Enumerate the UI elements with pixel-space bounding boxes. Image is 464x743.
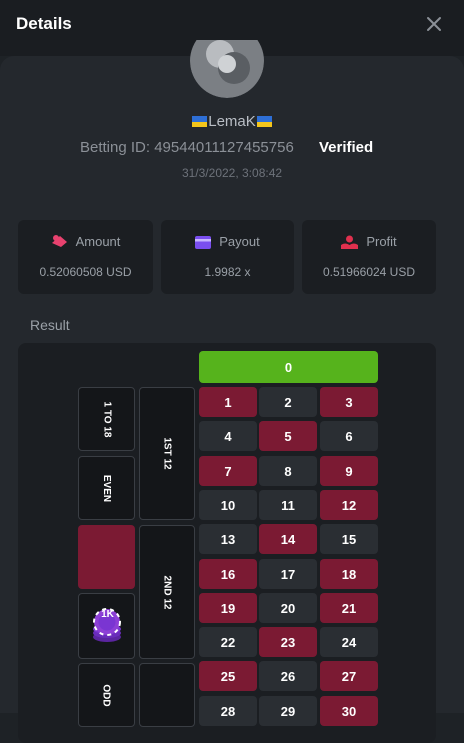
chip-label: 1K bbox=[101, 609, 114, 620]
dozen-1st-12: 1ST 12 bbox=[139, 387, 195, 520]
number-cell-19: 19 bbox=[199, 593, 257, 623]
number-cell-11: 11 bbox=[259, 490, 317, 520]
verified-badge: Verified bbox=[319, 139, 374, 156]
username-text: LemaK bbox=[208, 113, 256, 130]
number-cell-10: 10 bbox=[199, 490, 257, 520]
profit-label: Profit bbox=[366, 234, 397, 249]
username: LemaK bbox=[0, 113, 464, 130]
number-cell-18: 18 bbox=[320, 559, 378, 589]
number-cell-1: 1 bbox=[199, 387, 257, 417]
profit-value: 0.51966024 USD bbox=[322, 265, 416, 279]
close-icon[interactable] bbox=[422, 12, 446, 36]
number-cell-16: 16 bbox=[199, 559, 257, 589]
number-cell-12: 12 bbox=[320, 490, 378, 520]
bet-odd: ODD bbox=[78, 663, 135, 727]
ukraine-flag-icon bbox=[256, 116, 272, 127]
payout-icon bbox=[195, 236, 212, 249]
bet-black: 1K bbox=[78, 593, 135, 659]
number-cell-5: 5 bbox=[259, 421, 317, 451]
dozen-1st-12-label: 1ST 12 bbox=[161, 437, 173, 470]
payout-card: Payout 1.9982 x bbox=[161, 220, 294, 294]
bet-1-to-18: 1 TO 18 bbox=[78, 387, 135, 451]
number-cell-21: 21 bbox=[320, 593, 378, 623]
bet-even: EVEN bbox=[78, 456, 135, 520]
amount-icon bbox=[51, 235, 67, 247]
number-cell-22: 22 bbox=[199, 627, 257, 657]
number-cell-24: 24 bbox=[320, 627, 378, 657]
number-cell-13: 13 bbox=[199, 524, 257, 554]
modal-title: Details bbox=[16, 14, 72, 33]
amount-value: 0.52060508 USD bbox=[39, 265, 132, 279]
dozen-2nd-12-label: 2ND 12 bbox=[161, 575, 173, 609]
number-cell-4: 4 bbox=[199, 421, 257, 451]
bet-even-label: EVEN bbox=[100, 474, 112, 502]
number-cell-29: 29 bbox=[259, 696, 317, 726]
number-cell-8: 8 bbox=[259, 456, 317, 486]
bet-red bbox=[78, 525, 135, 589]
result-label: Result bbox=[30, 317, 70, 333]
number-cell-25: 25 bbox=[199, 661, 257, 691]
payout-value: 1.9982 x bbox=[204, 265, 251, 279]
profit-icon bbox=[341, 235, 359, 249]
dozen-3rd-12 bbox=[139, 663, 195, 727]
ukraine-flag-icon bbox=[192, 116, 208, 127]
number-cell-6: 6 bbox=[320, 421, 378, 451]
number-cell-14: 14 bbox=[259, 524, 317, 554]
roulette-board: 0 1 TO 18 EVEN 1K ODD 1ST 12 2ND 12 1234… bbox=[18, 343, 436, 743]
number-cell-23: 23 bbox=[259, 627, 317, 657]
number-cell-17: 17 bbox=[259, 559, 317, 589]
number-cell-15: 15 bbox=[320, 524, 378, 554]
amount-label: Amount bbox=[75, 234, 121, 249]
bet-1-to-18-label: 1 TO 18 bbox=[100, 401, 112, 437]
number-cell-28: 28 bbox=[199, 696, 257, 726]
bet-odd-label: ODD bbox=[100, 683, 112, 707]
number-cell-2: 2 bbox=[259, 387, 317, 417]
bet-date: 31/3/2022, 3:08:42 bbox=[181, 166, 283, 180]
number-cell-26: 26 bbox=[259, 661, 317, 691]
number-cell-20: 20 bbox=[259, 593, 317, 623]
amount-card: Amount 0.52060508 USD bbox=[18, 220, 153, 294]
number-cell-30: 30 bbox=[320, 696, 378, 726]
dozen-2nd-12: 2ND 12 bbox=[139, 525, 195, 659]
number-cell-27: 27 bbox=[320, 661, 378, 691]
profit-card: Profit 0.51966024 USD bbox=[302, 220, 436, 294]
zero-cell: 0 bbox=[199, 351, 378, 383]
number-cell-9: 9 bbox=[320, 456, 378, 486]
number-cell-3: 3 bbox=[320, 387, 378, 417]
betting-id: Betting ID: 49544011127455756 bbox=[80, 139, 294, 156]
payout-label: Payout bbox=[219, 234, 260, 249]
number-cell-7: 7 bbox=[199, 456, 257, 486]
